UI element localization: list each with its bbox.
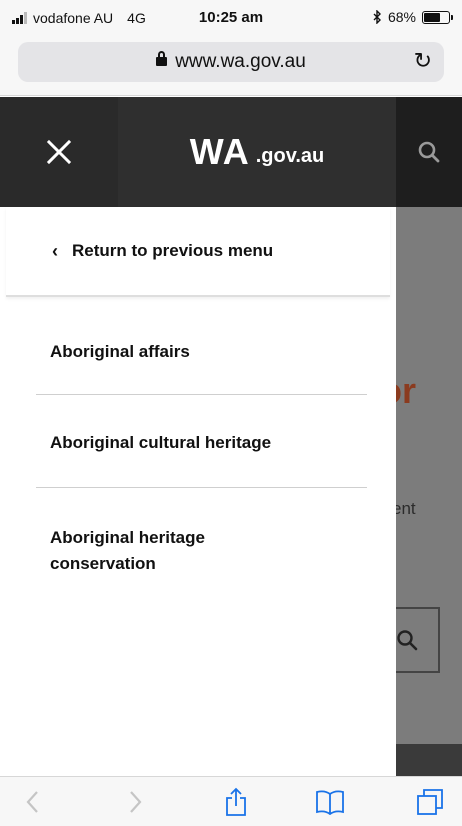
chevron-left-icon: ‹: [52, 241, 58, 261]
url-text: www.wa.gov.au: [175, 51, 306, 72]
chevron-right-icon: [130, 791, 142, 813]
battery-percentage: 68%: [387, 9, 416, 25]
bluetooth-icon: [373, 10, 381, 24]
menu-item-label: Aboriginal cultural heritage: [50, 433, 272, 452]
close-icon: [46, 139, 72, 165]
return-label: Return to previous menu: [72, 241, 274, 260]
battery-level: [424, 12, 441, 22]
tabs-icon: [417, 789, 443, 815]
status-right: 68%: [373, 9, 453, 25]
address-bar[interactable]: www.wa.gov.au ↻: [18, 42, 444, 82]
header-search-button[interactable]: [396, 97, 462, 207]
browser-toolbar: [0, 776, 462, 826]
background-footer-strip: [396, 744, 462, 776]
menu-item-label: Aboriginal affairs: [50, 342, 190, 361]
menu-item-label: Aboriginal heritage conservation: [50, 528, 205, 573]
share-icon: [226, 787, 246, 816]
search-icon: [397, 630, 418, 651]
menu-item-aboriginal-heritage-conservation[interactable]: Aboriginal heritage conservation: [36, 525, 296, 577]
browser-address-area: www.wa.gov.au ↻: [0, 36, 462, 96]
bookmarks-icon: [316, 790, 344, 815]
bookmarks-button[interactable]: [300, 777, 360, 826]
close-menu-button[interactable]: [0, 97, 118, 207]
status-bar: vodafone AU 4G 10:25 am 68%: [0, 0, 462, 36]
chevron-left-icon: [26, 791, 38, 813]
site-logo[interactable]: WA .gov.au: [118, 97, 396, 207]
menu-divider: [36, 487, 367, 488]
url-display[interactable]: www.wa.gov.au: [18, 51, 444, 73]
menu-item-aboriginal-affairs[interactable]: Aboriginal affairs: [36, 339, 367, 365]
search-icon: [418, 141, 440, 163]
site-header: WA .gov.au: [0, 97, 462, 207]
battery-icon: [422, 10, 453, 24]
reload-icon[interactable]: ↻: [414, 50, 432, 72]
tabs-button[interactable]: [400, 777, 460, 826]
lock-icon: [156, 51, 168, 66]
back-button[interactable]: [2, 777, 62, 826]
return-to-previous-menu[interactable]: ‹ Return to previous menu: [6, 207, 390, 297]
logo-wa: WA: [189, 131, 250, 172]
phone-screen: vodafone AU 4G 10:25 am 68% www.wa.gov.a…: [0, 0, 462, 826]
forward-button[interactable]: [106, 777, 166, 826]
share-button[interactable]: [206, 777, 266, 826]
logo-domain: .gov.au: [255, 144, 325, 167]
navigation-drawer: ‹ Return to previous menu Aboriginal aff…: [0, 207, 396, 776]
menu-item-aboriginal-cultural-heritage[interactable]: Aboriginal cultural heritage: [36, 430, 367, 456]
menu-divider: [36, 394, 367, 395]
